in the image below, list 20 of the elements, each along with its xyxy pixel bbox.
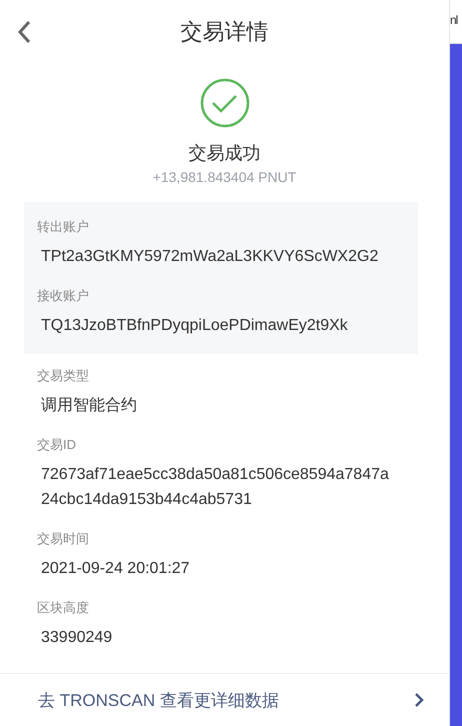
field-label: 接收账户 (37, 287, 90, 305)
field-label: 转出账户 (37, 218, 90, 236)
side-panel-text: nl (450, 13, 458, 27)
page-title: 交易详情 (180, 18, 268, 46)
tronscan-link[interactable]: 去 TRONSCAN 查看更详细数据 (0, 673, 449, 726)
address-text: TPt2a3GtKMY5972mWa2aL3KKVY6ScWX2G2 (41, 247, 380, 267)
status-text: 交易成功 (188, 142, 260, 165)
success-check-icon (200, 78, 250, 128)
field-label: 区块高度 (37, 599, 90, 617)
chevron-right-icon (414, 692, 424, 708)
field-label: 交易类型 (37, 367, 90, 385)
field-value: 33990249 (41, 628, 114, 648)
field-value: 72673af71eae5cc38da50a81c506ce8594a7847a24cbc14da9153b44c4ab5731 (41, 465, 390, 510)
address-text: TQ13JzoBTBfnPDyqpiLoePDimawEy2t9Xk (41, 316, 349, 336)
amount-text: +13,981.843404 PNUT (152, 169, 296, 185)
field-value: 2021-09-24 20:01:27 (41, 559, 191, 579)
field-label: 交易ID (37, 436, 77, 454)
field-label: 交易时间 (37, 530, 90, 548)
field-value: 调用智能合约 (41, 396, 138, 416)
back-icon[interactable] (17, 20, 31, 44)
